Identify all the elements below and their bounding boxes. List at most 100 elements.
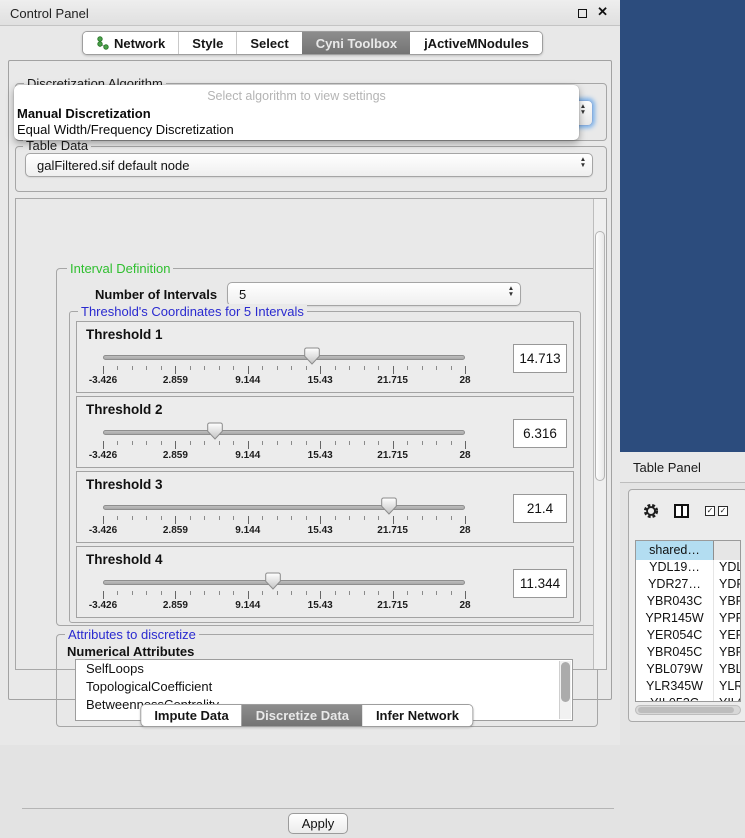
slider-scale-labels: -3.4262.8599.14415.4321.71528 xyxy=(103,375,465,387)
control-panel: Control Panel ✕ Network Style SelectCyni T… xyxy=(0,0,620,745)
table-row[interactable]: YLR345WYLR3 xyxy=(636,679,741,696)
checkbox-column-icon[interactable]: ✓ xyxy=(705,506,715,516)
slider-thumb[interactable] xyxy=(207,422,223,440)
tick-mark xyxy=(277,441,278,445)
tick-mark xyxy=(219,441,220,445)
table-row[interactable]: YBL079WYBL0 xyxy=(636,662,741,679)
tick-mark xyxy=(262,591,263,595)
scroll-panel-scrollbar-thumb[interactable] xyxy=(595,231,605,481)
attributes-list-scrollbar[interactable] xyxy=(559,661,571,719)
attribute-list-item[interactable]: TopologicalCoefficient xyxy=(76,678,572,696)
threshold-value-field[interactable]: 11.344 xyxy=(513,569,567,598)
tick-mark xyxy=(204,441,205,445)
tab-select[interactable]: Select xyxy=(236,32,301,54)
tick-mark xyxy=(306,441,307,445)
table-panel-toolbar: ✓ ✓ xyxy=(629,490,745,532)
attributes-list-scrollbar-thumb[interactable] xyxy=(561,662,570,702)
gear-icon[interactable] xyxy=(642,502,660,520)
split-columns-icon[interactable] xyxy=(674,504,689,518)
tick-mark xyxy=(422,591,423,595)
node-table[interactable]: shared… name YDL19…YDL1YDR27…YDR2YBR043C… xyxy=(635,540,741,702)
number-of-intervals-combobox[interactable]: 5 ▲▼ xyxy=(227,282,521,306)
table-row[interactable]: YIL053CYIL0 xyxy=(636,696,741,702)
tick-mark xyxy=(175,516,176,524)
slider-thumb[interactable] xyxy=(265,572,281,590)
scale-label: 9.144 xyxy=(235,600,260,611)
slider-thumb[interactable] xyxy=(304,347,320,365)
table-row[interactable]: YPR145WYPR1 xyxy=(636,611,741,628)
tick-mark xyxy=(175,441,176,449)
slider-thumb[interactable] xyxy=(381,497,397,515)
close-icon[interactable]: ✕ xyxy=(597,4,608,20)
tab-label: Style xyxy=(192,36,223,51)
tick-mark xyxy=(204,366,205,370)
table-header-name[interactable]: name xyxy=(714,541,741,560)
table-header-shared-name[interactable]: shared… xyxy=(636,541,714,560)
tick-mark xyxy=(378,591,379,595)
number-of-intervals-value: 5 xyxy=(239,287,246,302)
slider-track[interactable] xyxy=(103,430,465,435)
scale-label: 28 xyxy=(459,375,470,386)
scale-label: 21.715 xyxy=(377,525,408,536)
algorithm-option[interactable]: Manual Discretization xyxy=(14,105,579,121)
table-row[interactable]: YDR27…YDR2 xyxy=(636,577,741,594)
tab-network[interactable]: Network xyxy=(83,32,178,54)
tick-mark xyxy=(103,591,104,599)
tick-mark xyxy=(161,366,162,370)
tick-mark xyxy=(190,366,191,370)
interval-definition-group-label: Interval Definition xyxy=(67,261,173,276)
bottom-tab-impute-data[interactable]: Impute Data xyxy=(141,705,241,726)
checkbox-column-icon[interactable]: ✓ xyxy=(718,506,728,516)
tab-style[interactable]: Style xyxy=(178,32,236,54)
tick-mark xyxy=(291,366,292,370)
table-row[interactable]: YDL19…YDL1 xyxy=(636,560,741,577)
apply-row: Apply xyxy=(22,808,614,838)
network-icon xyxy=(96,36,109,50)
table-row[interactable]: YBR043CYBR0 xyxy=(636,594,741,611)
table-data-combobox-value: galFiltered.sif default node xyxy=(37,158,189,173)
tick-mark xyxy=(349,516,350,520)
table-cell: YDL19… xyxy=(636,560,714,577)
tick-mark xyxy=(335,441,336,445)
number-of-intervals-label: Number of Intervals xyxy=(95,287,217,302)
table-row[interactable]: YBR045CYBR0 xyxy=(636,645,741,662)
bottom-tab-discretize-data[interactable]: Discretize Data xyxy=(242,705,362,726)
apply-button[interactable]: Apply xyxy=(288,813,348,834)
tab-cyni-toolbox[interactable]: Cyni Toolbox xyxy=(302,32,410,54)
attribute-list-item[interactable]: SelfLoops xyxy=(76,660,572,678)
thresholds-group-label: Threshold's Coordinates for 5 Intervals xyxy=(78,304,307,319)
float-window-icon[interactable] xyxy=(578,9,587,18)
table-row[interactable]: YER054CYER0 xyxy=(636,628,741,645)
scale-label: -3.426 xyxy=(89,450,117,461)
table-data-combobox[interactable]: galFiltered.sif default node ▲▼ xyxy=(25,153,593,177)
tick-mark xyxy=(349,366,350,370)
table-horizontal-scrollbar[interactable] xyxy=(635,705,741,715)
threshold-value-field[interactable]: 14.713 xyxy=(513,344,567,373)
algorithm-option[interactable]: Equal Width/Frequency Discretization xyxy=(14,121,579,137)
slider-scale-labels: -3.4262.8599.14415.4321.71528 xyxy=(103,600,465,612)
tick-mark xyxy=(320,591,321,599)
tick-mark xyxy=(320,516,321,524)
table-cell: YBR045C xyxy=(636,645,714,662)
tick-mark xyxy=(146,591,147,595)
panel-title: Control Panel xyxy=(10,6,89,21)
tick-mark xyxy=(407,516,408,520)
slider-track[interactable] xyxy=(103,355,465,360)
tick-mark xyxy=(161,591,162,595)
tick-mark xyxy=(233,591,234,595)
scale-label: -3.426 xyxy=(89,375,117,386)
scale-label: 9.144 xyxy=(235,375,260,386)
tick-mark xyxy=(248,516,249,524)
tick-mark xyxy=(422,516,423,520)
tick-mark xyxy=(132,366,133,370)
bottom-tab-infer-network[interactable]: Infer Network xyxy=(362,705,472,726)
slider-track[interactable] xyxy=(103,580,465,585)
threshold-value-field[interactable]: 6.316 xyxy=(513,419,567,448)
table-panel-window: ✓ ✓ shared… name YDL19…YDL1YDR27…YDR2YBR… xyxy=(628,489,745,722)
table-horizontal-scrollbar-thumb[interactable] xyxy=(638,707,734,713)
bottom-tab-label: Infer Network xyxy=(376,708,459,723)
tab-jactivemnodules[interactable]: jActiveMNodules xyxy=(410,32,542,54)
threshold-value-field[interactable]: 21.4 xyxy=(513,494,567,523)
scroll-panel-scrollbar[interactable] xyxy=(593,199,606,669)
slider-track[interactable] xyxy=(103,505,465,510)
